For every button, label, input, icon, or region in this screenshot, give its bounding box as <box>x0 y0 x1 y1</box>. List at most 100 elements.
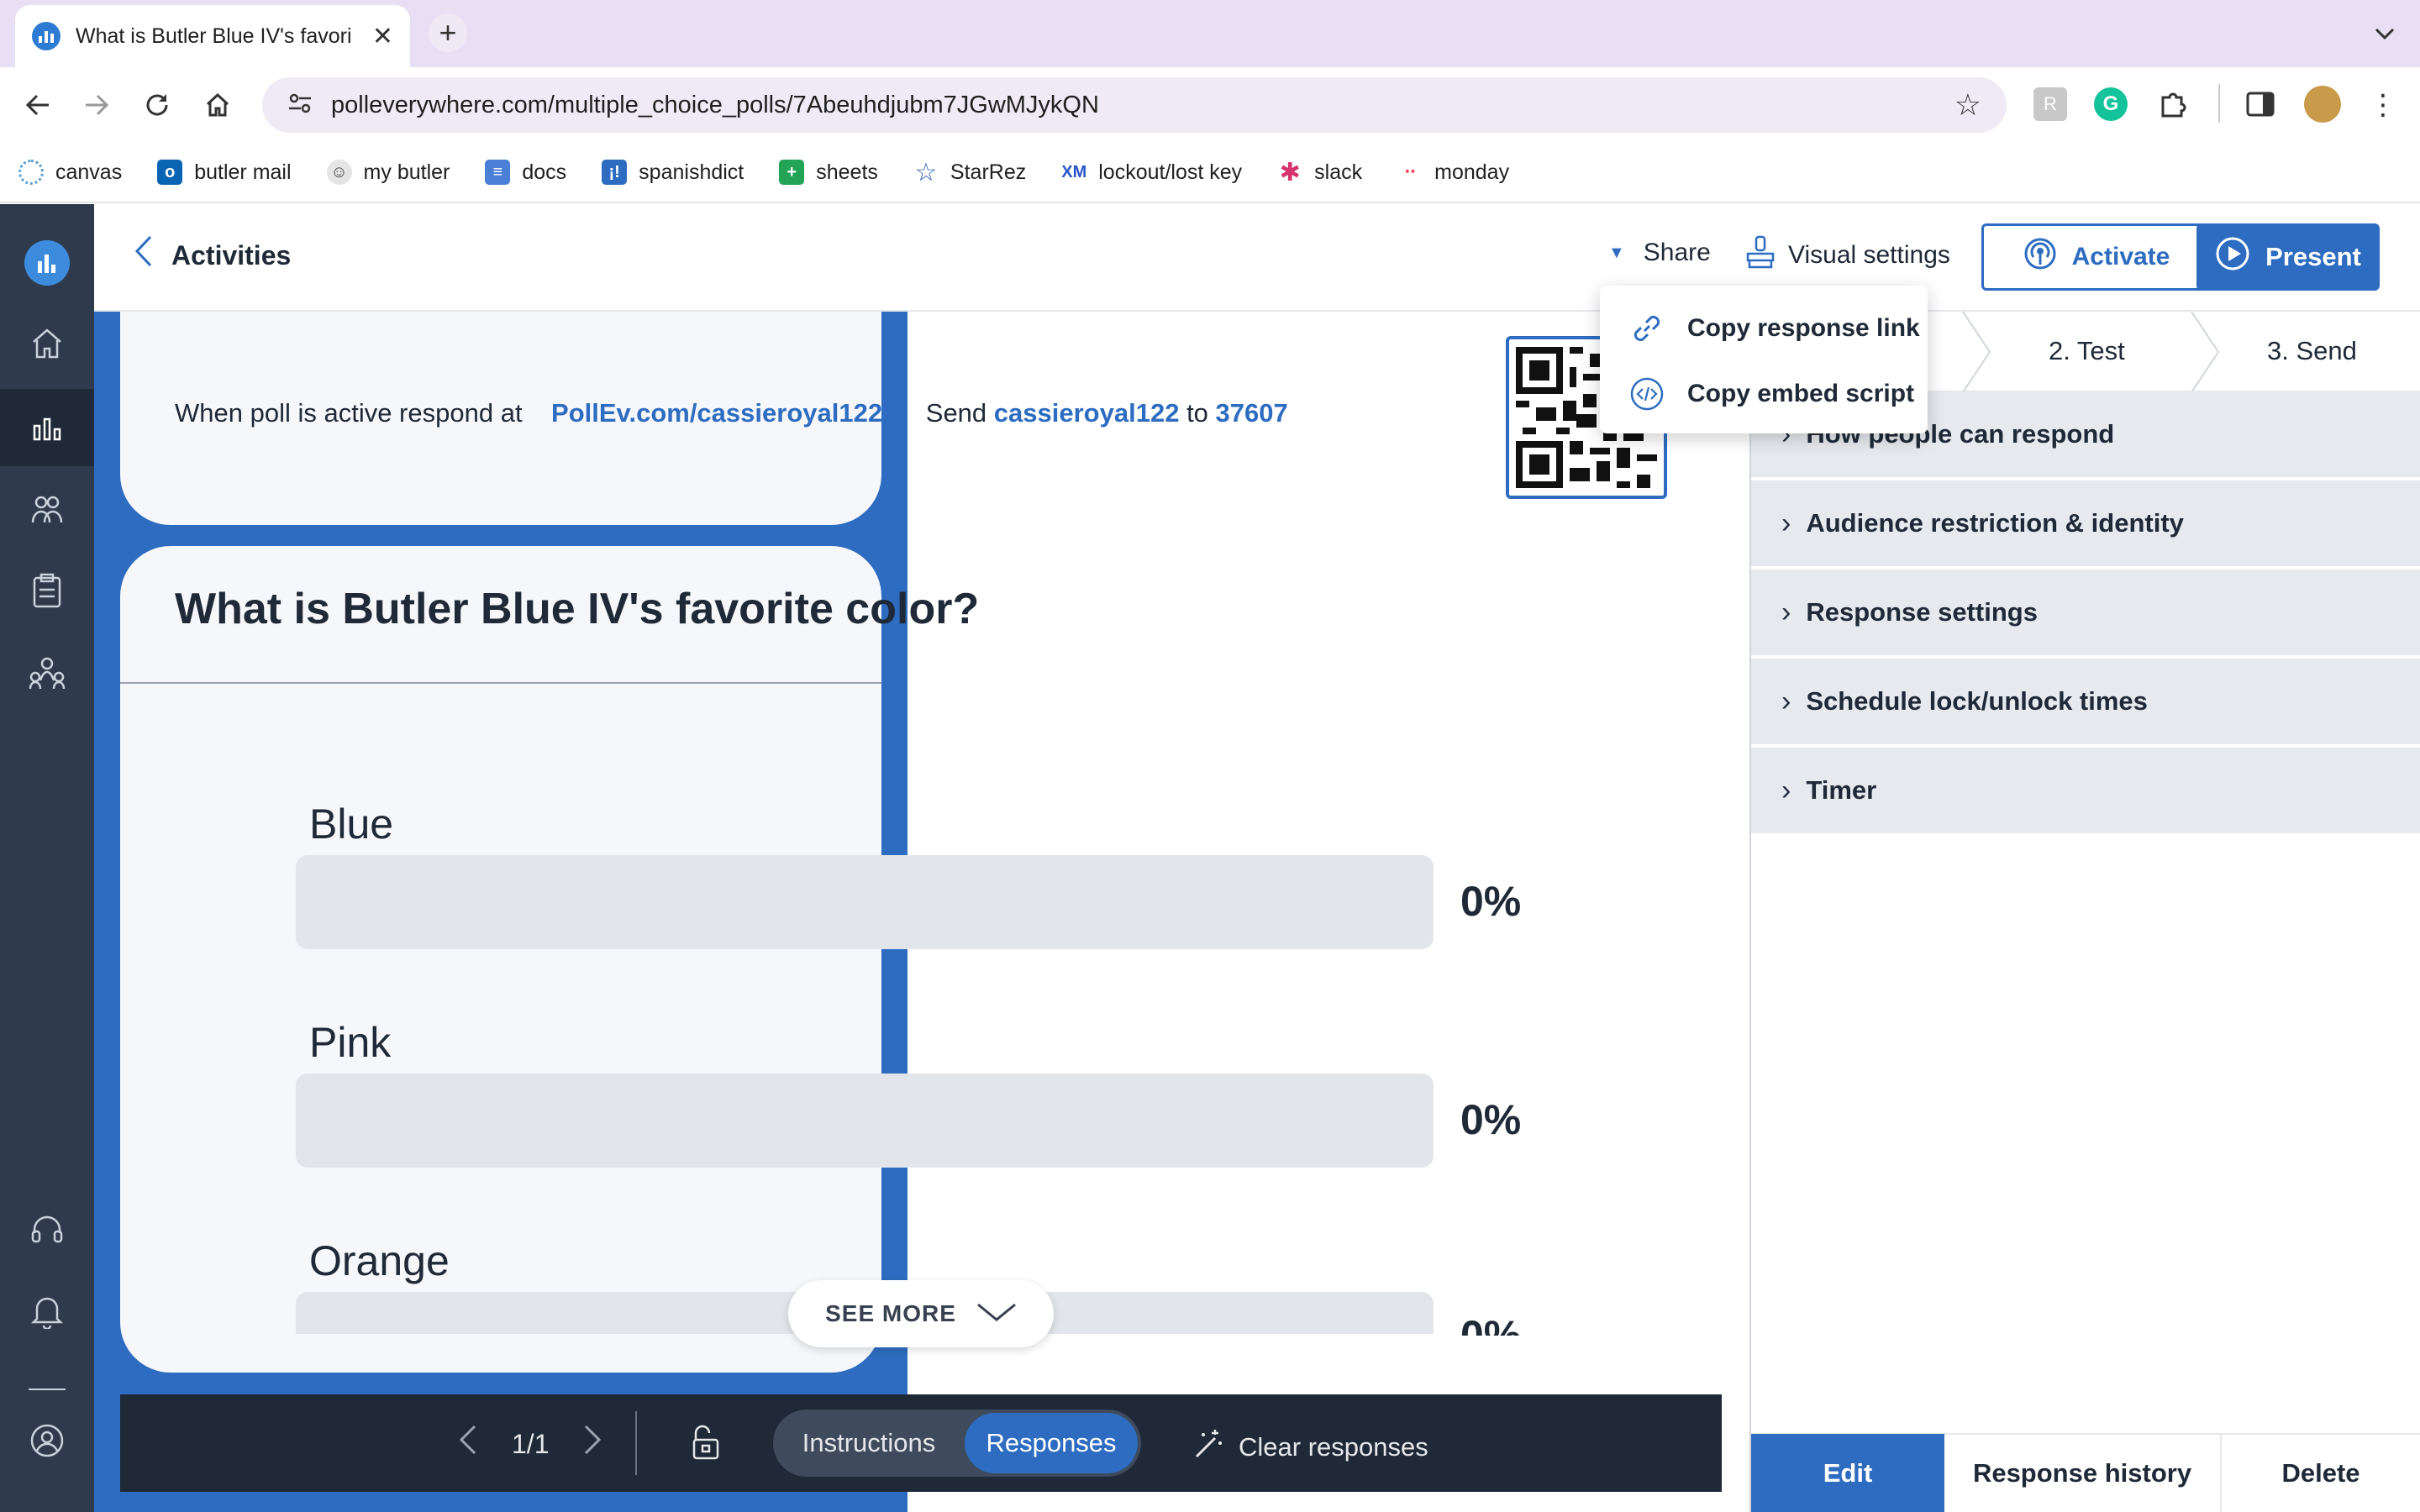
google-docs-icon: ≡ <box>485 160 511 185</box>
previous-activity-icon[interactable] <box>459 1425 476 1463</box>
bulldog-icon: ☺ <box>326 160 352 185</box>
panel-bottom-tabs: Edit Response history Delete <box>1751 1433 2420 1512</box>
see-more-button[interactable]: SEE MORE <box>788 1280 1054 1347</box>
bookmark-docs[interactable]: ≡ docs <box>485 160 566 185</box>
profile-avatar[interactable] <box>2304 86 2341 123</box>
participants-icon[interactable] <box>24 486 71 533</box>
close-tab-icon[interactable]: ✕ <box>372 22 393 51</box>
option-label: Blue <box>309 801 394 848</box>
home-nav-icon[interactable] <box>24 320 71 367</box>
section-response-settings[interactable]: › Response settings <box>1751 570 2420 657</box>
url-path: /multiple_choice_polls/7Abeuhdjubm7JGwMJ… <box>547 91 1099 118</box>
clear-responses-button[interactable]: Clear responses <box>1190 1426 1428 1468</box>
bookmark-spanishdict[interactable]: ¡! spanishdict <box>602 160 744 185</box>
spanishdict-icon: ¡! <box>602 160 628 185</box>
option-percent: 0% <box>1460 878 1522 925</box>
activate-label: Activate <box>2071 243 2170 270</box>
grammarly-extension-icon[interactable]: G <box>2094 87 2128 121</box>
bookmark-star-icon[interactable]: ☆ <box>1954 87 1981 123</box>
extension-icon[interactable]: R <box>2033 87 2067 121</box>
side-panel-icon[interactable] <box>2242 86 2279 123</box>
copy-response-link-item[interactable]: Copy response link <box>1600 296 1928 361</box>
chevron-left-icon <box>134 235 153 276</box>
home-icon[interactable] <box>197 84 239 126</box>
next-activity-icon[interactable] <box>584 1425 602 1463</box>
extensions-puzzle-icon[interactable] <box>2154 86 2191 123</box>
canvas-icon <box>18 160 44 185</box>
bookmark-slack[interactable]: ✱ slack <box>1277 158 1363 186</box>
polleverywhere-favicon-icon <box>32 22 60 50</box>
bookmark-starrez[interactable]: ☆ StarRez <box>913 158 1026 186</box>
reports-clipboard-icon[interactable] <box>24 567 71 614</box>
bookmark-lockout[interactable]: XM lockout/lost key <box>1061 160 1242 185</box>
site-settings-icon[interactable] <box>287 92 313 118</box>
browser-tab[interactable]: What is Butler Blue IV's favori ✕ <box>15 5 410 67</box>
slack-icon: ✱ <box>1279 158 1301 186</box>
option-bar <box>296 855 1434 949</box>
polleverywhere-logo-icon[interactable] <box>24 239 71 286</box>
responses-toggle-button[interactable]: Responses <box>965 1413 1138 1473</box>
back-arrow-icon[interactable] <box>17 84 59 126</box>
option-label: Orange <box>309 1237 450 1284</box>
paint-brush-icon <box>1744 235 1776 276</box>
forward-arrow-icon[interactable] <box>76 84 118 126</box>
share-menu: Copy response link Copy embed script <box>1600 286 1928 433</box>
back-to-activities-link[interactable]: Activities <box>134 235 291 276</box>
new-tab-button[interactable]: + <box>429 13 467 52</box>
activity-pager: 1/1 <box>424 1425 636 1463</box>
bookmark-sheets[interactable]: + sheets <box>779 160 878 185</box>
see-more-label: SEE MORE <box>825 1300 956 1326</box>
toolbar-divider <box>2218 84 2220 123</box>
step-tab-test[interactable]: 2. Test <box>2049 336 2125 366</box>
option-percent: 0% <box>1460 1096 1522 1143</box>
tab-search-chevron-icon[interactable] <box>2365 13 2405 54</box>
bookmark-monday[interactable]: ∙∙ monday <box>1397 160 1509 185</box>
app-sidebar <box>0 204 94 1512</box>
notifications-bell-icon[interactable] <box>24 1288 71 1335</box>
visual-settings-button[interactable]: Visual settings <box>1744 235 1950 276</box>
code-icon <box>1628 375 1665 412</box>
section-audience-restriction[interactable]: › Audience restriction & identity <box>1751 480 2420 568</box>
bookmark-canvas[interactable]: canvas <box>18 160 122 185</box>
share-dropdown-button[interactable]: ▼ Share <box>1608 239 1711 267</box>
chevron-right-icon: › <box>1781 596 1791 628</box>
step-tab-send[interactable]: 3. Send <box>2267 336 2357 366</box>
delete-tab[interactable]: Delete <box>2222 1434 2420 1512</box>
magic-wand-icon <box>1190 1426 1225 1468</box>
poll-title-divider <box>120 682 881 684</box>
response-history-tab[interactable]: Response history <box>1944 1434 2222 1512</box>
support-headset-icon[interactable] <box>24 1207 71 1254</box>
section-schedule-lock[interactable]: › Schedule lock/unlock times <box>1751 659 2420 746</box>
starrez-star-icon: ☆ <box>914 158 938 186</box>
activate-button[interactable]: Activate <box>1981 223 2212 291</box>
response-link[interactable]: PollEv.com/cassieroyal122 <box>551 398 882 428</box>
bookmark-my-butler[interactable]: ☺ my butler <box>326 160 450 185</box>
page-indicator: 1/1 <box>512 1428 550 1459</box>
activities-chart-icon[interactable] <box>24 404 71 451</box>
view-toggle: Instructions Responses <box>773 1410 1141 1477</box>
option-bar <box>296 1074 1434 1168</box>
present-label: Present <box>2265 242 2361 271</box>
copy-embed-script-item[interactable]: Copy embed script <box>1600 361 1928 427</box>
present-button[interactable]: Present <box>2196 223 2380 291</box>
outlook-icon: o <box>157 160 183 185</box>
tab-title: What is Butler Blue IV's favori <box>76 24 352 48</box>
link-icon <box>1628 310 1665 347</box>
broadcast-icon <box>2023 237 2057 277</box>
browser-menu-icon[interactable]: ⋮ <box>2368 84 2398 126</box>
url-text: polleverywhere.com/multiple_choice_polls… <box>331 92 1099 119</box>
bookmark-butler-mail[interactable]: o butler mail <box>157 160 292 185</box>
play-circle-icon <box>2215 236 2250 278</box>
section-timer[interactable]: › Timer <box>1751 748 2420 835</box>
clear-responses-label: Clear responses <box>1239 1432 1428 1462</box>
groups-icon[interactable] <box>24 649 71 696</box>
bookmarks-bar: canvas o butler mail ☺ my butler ≡ docs ¡! s… <box>0 143 2420 203</box>
reload-icon[interactable] <box>136 84 178 126</box>
instructions-toggle-button[interactable]: Instructions <box>773 1410 965 1477</box>
edit-tab[interactable]: Edit <box>1751 1434 1944 1512</box>
address-bar[interactable]: polleverywhere.com/multiple_choice_polls… <box>262 77 2007 133</box>
lock-toggle-icon[interactable] <box>686 1423 726 1463</box>
account-avatar-icon[interactable] <box>24 1417 71 1464</box>
option-percent: 0% <box>1460 1312 1522 1336</box>
text-code: cassieroyal122 <box>993 398 1180 428</box>
